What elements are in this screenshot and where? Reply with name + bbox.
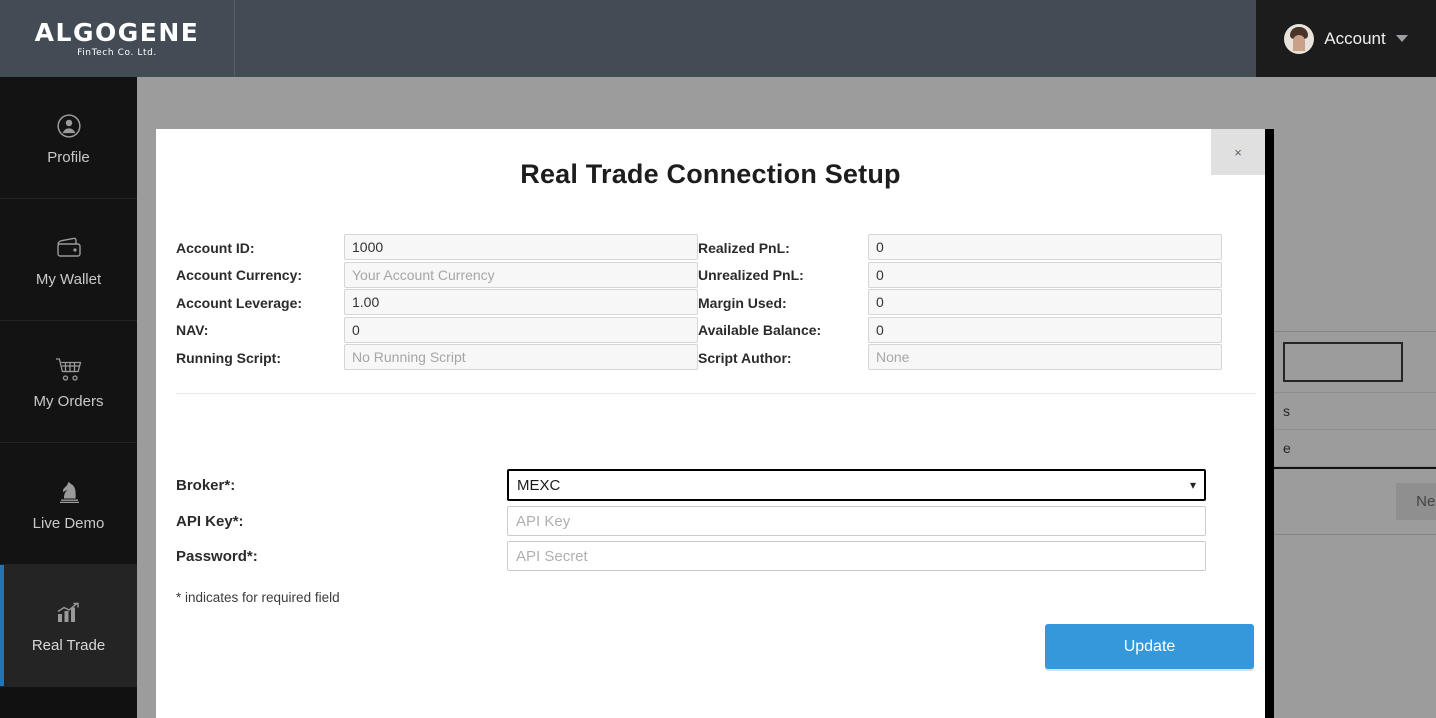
field-value-script-author[interactable]: None xyxy=(868,344,1222,370)
field-label-account-leverage: Account Leverage: xyxy=(176,294,303,311)
wallet-icon xyxy=(55,231,83,265)
field-label-unrealized-pnl: Unrealized PnL: xyxy=(698,267,804,284)
account-menu[interactable]: Account xyxy=(1256,0,1436,77)
field-label-account-id: Account ID: xyxy=(176,239,255,256)
account-info-grid: Account ID: 1000 Realized PnL: 0 Account… xyxy=(176,234,1256,372)
chess-knight-icon xyxy=(55,475,83,509)
field-value-margin-used[interactable]: 0 xyxy=(868,289,1222,315)
field-label-script-author: Script Author: xyxy=(698,349,792,366)
sidebar-item-live-demo[interactable]: Live Demo xyxy=(0,443,137,565)
field-label-running-script: Running Script: xyxy=(176,349,281,366)
field-value-account-currency[interactable]: Your Account Currency xyxy=(344,261,698,288)
field-label-nav: NAV: xyxy=(176,322,209,339)
app-root: ALGOGENE FinTech Co. Ltd. Account Profil… xyxy=(0,0,1436,718)
user-avatar-icon xyxy=(1284,23,1315,54)
shopping-cart-icon xyxy=(55,353,83,387)
api-key-label: API Key*: xyxy=(176,512,244,530)
broker-select[interactable]: MEXC xyxy=(507,469,1206,501)
left-sidebar: Profile My Wallet My Orders Live Demo Re… xyxy=(0,77,137,718)
api-key-input[interactable] xyxy=(507,506,1206,536)
logo-secondary-text: FinTech Co. Ltd. xyxy=(77,47,157,58)
password-input[interactable] xyxy=(507,541,1206,571)
top-header-bar: ALGOGENE FinTech Co. Ltd. Account xyxy=(0,0,1436,77)
sidebar-item-label: Profile xyxy=(47,149,90,166)
field-label-realized-pnl: Realized PnL: xyxy=(698,239,790,256)
sidebar-item-real-trade[interactable]: Real Trade xyxy=(0,565,137,687)
password-label: Password*: xyxy=(176,547,258,565)
field-value-account-leverage[interactable]: 1.00 xyxy=(344,289,698,315)
account-menu-label: Account xyxy=(1324,28,1386,48)
user-circle-icon xyxy=(56,109,82,143)
field-label-margin-used: Margin Used: xyxy=(698,294,787,311)
field-value-running-script[interactable]: No Running Script xyxy=(344,344,698,370)
sidebar-item-profile[interactable]: Profile xyxy=(0,77,137,199)
sidebar-item-label: My Orders xyxy=(33,393,104,410)
sidebar-item-my-wallet[interactable]: My Wallet xyxy=(0,199,137,321)
sidebar-item-my-orders[interactable]: My Orders xyxy=(0,321,137,443)
broker-row: Broker*: MEXC ▾ xyxy=(176,469,1236,501)
brand-logo[interactable]: ALGOGENE FinTech Co. Ltd. xyxy=(0,0,235,77)
bar-chart-icon xyxy=(55,597,83,631)
required-field-note: * indicates for required field xyxy=(176,590,340,605)
sidebar-item-label: Live Demo xyxy=(32,515,105,532)
dialog-title: Real Trade Connection Setup xyxy=(520,159,901,189)
chevron-down-icon xyxy=(1395,35,1408,42)
close-icon[interactable]: × xyxy=(1211,129,1265,175)
sidebar-item-label: My Wallet xyxy=(35,271,102,288)
field-label-account-currency: Account Currency: xyxy=(176,267,303,284)
sidebar-item-label: Real Trade xyxy=(31,637,106,654)
api-key-row: API Key*: xyxy=(176,506,1236,536)
field-value-available-balance[interactable]: 0 xyxy=(868,316,1222,343)
field-value-realized-pnl[interactable]: 0 xyxy=(868,234,1222,260)
password-row: Password*: xyxy=(176,541,1236,571)
logo-primary-text: ALGOGENE xyxy=(34,17,200,47)
update-button[interactable]: Update xyxy=(1045,624,1254,669)
field-value-nav[interactable]: 0 xyxy=(344,316,698,343)
broker-label: Broker*: xyxy=(176,476,236,494)
field-value-unrealized-pnl[interactable]: 0 xyxy=(868,261,1222,288)
section-divider xyxy=(176,393,1256,394)
field-label-available-balance: Available Balance: xyxy=(698,322,822,339)
broker-select-wrapper: MEXC ▾ xyxy=(507,469,1206,501)
real-trade-connection-setup-dialog: × Real Trade Connection Setup Account ID… xyxy=(156,129,1274,718)
field-value-account-id[interactable]: 1000 xyxy=(344,234,698,260)
broker-credentials-section: Broker*: MEXC ▾ API Key*: Password*: xyxy=(176,469,1236,576)
